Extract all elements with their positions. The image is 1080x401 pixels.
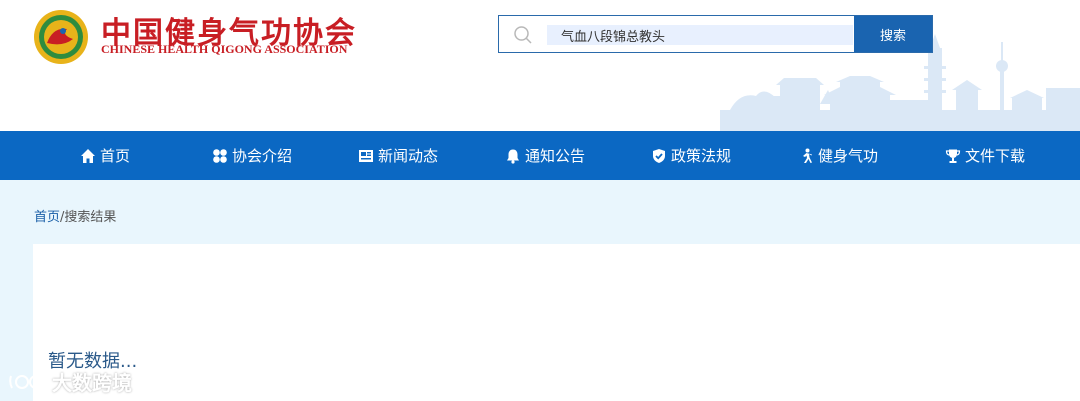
watermark-logo-icon [9,374,43,389]
nav-item-downloads[interactable]: 文件下载 [945,131,1025,180]
shield-check-icon [653,148,665,163]
nav-label: 协会介绍 [232,147,293,165]
nav-item-qigong[interactable]: 健身气功 [798,131,878,180]
brand-english-name: CHINESE HEALTH QIGONG ASSOCIATION [101,42,348,56]
breadcrumb-home-link[interactable]: 首页 [34,210,60,225]
athlete-icon [803,148,812,163]
nav-label: 首页 [100,147,131,165]
nav-label: 新闻动态 [378,147,439,165]
nav-label: 政策法规 [671,147,732,165]
bell-icon [507,149,519,164]
nav-item-about[interactable]: 协会介绍 [212,131,292,180]
search-icon [514,26,532,44]
search-results-panel: 暂无数据... [33,244,1080,401]
site-header: 中国健身气功协会 CHINESE HEALTH QIGONG ASSOCIATI… [0,0,1080,131]
nav-item-news[interactable]: 新闻动态 [358,131,438,180]
trophy-icon [945,149,961,163]
nav-item-notices[interactable]: 通知公告 [505,131,585,180]
content-area: 首页/搜索结果 暂无数据... [0,180,1080,401]
grid-icon [213,148,227,163]
home-icon [81,148,95,163]
nav-item-policy[interactable]: 政策法规 [651,131,731,180]
search-input[interactable] [547,25,853,45]
nav-label: 文件下载 [965,147,1026,165]
nav-label: 通知公告 [525,147,586,165]
main-nav: 首页 协会介绍 新闻动态 通知公告 政策法规 健身气功 文件下载 [0,131,1080,180]
breadcrumb: 首页/搜索结果 [34,206,116,225]
search-button[interactable]: 搜索 [854,16,932,52]
search-box: 搜索 [498,15,933,53]
nav-item-home[interactable]: 首页 [80,131,130,180]
breadcrumb-current: 搜索结果 [64,210,117,225]
association-logo [34,10,88,64]
nav-label: 健身气功 [818,147,879,165]
newspaper-icon [359,149,373,162]
watermark: 大数跨境 [8,367,132,396]
watermark-text: 大数跨境 [52,371,132,395]
